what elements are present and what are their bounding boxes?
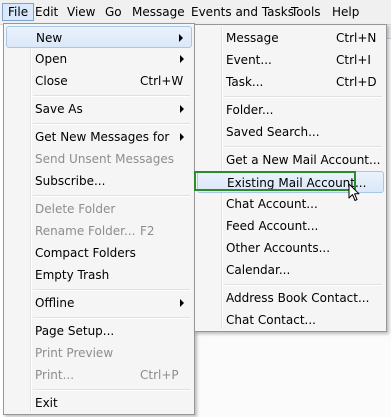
highlight-callout bbox=[194, 171, 356, 191]
file-menu-item-open[interactable]: Open bbox=[6, 48, 192, 70]
item-shortcut: Ctrl+I bbox=[336, 53, 371, 67]
file-menu-item-subscribe[interactable]: Subscribe... bbox=[6, 170, 192, 192]
item-label: Task... bbox=[226, 75, 264, 89]
item-label: Get a New Mail Account... bbox=[226, 153, 381, 167]
new-submenu-item-task[interactable]: Task... Ctrl+D bbox=[197, 71, 384, 93]
menu-separator bbox=[224, 146, 382, 148]
menu-message[interactable]: Message bbox=[127, 3, 190, 21]
menu-events-and-tasks[interactable]: Events and Tasks bbox=[186, 3, 299, 21]
new-submenu-item-saved-search[interactable]: Saved Search... bbox=[197, 121, 384, 143]
file-menu-item-empty-trash[interactable]: Empty Trash bbox=[6, 264, 192, 286]
item-label: Calendar... bbox=[226, 263, 291, 277]
new-submenu-item-address-book-contact[interactable]: Address Book Contact... bbox=[197, 287, 384, 309]
new-submenu-item-feed-account[interactable]: Feed Account... bbox=[197, 215, 384, 237]
item-label: Saved Search... bbox=[226, 125, 320, 139]
menu-help[interactable]: Help bbox=[327, 3, 364, 21]
menu-separator bbox=[33, 95, 190, 97]
item-label: Delete Folder bbox=[35, 202, 116, 216]
menu-go[interactable]: Go bbox=[100, 3, 127, 21]
new-submenu-item-calendar[interactable]: Calendar... bbox=[197, 259, 384, 281]
new-submenu-item-get-new-mail-account[interactable]: Get a New Mail Account... bbox=[197, 149, 384, 171]
file-menu-item-send-unsent-messages: Send Unsent Messages bbox=[6, 148, 192, 170]
menu-view[interactable]: View bbox=[62, 3, 100, 21]
new-submenu-item-folder[interactable]: Folder... bbox=[197, 99, 384, 121]
item-label: Send Unsent Messages bbox=[35, 152, 175, 166]
item-label: Chat Contact... bbox=[226, 313, 316, 327]
menu-separator bbox=[33, 195, 190, 197]
file-menu: New Open Close Ctrl+W Save As Get New Me… bbox=[3, 23, 195, 415]
file-menu-item-delete-folder: Delete Folder bbox=[6, 198, 192, 220]
item-label: New bbox=[36, 31, 63, 45]
item-label: Print... bbox=[35, 368, 75, 382]
item-label: Exit bbox=[35, 396, 58, 410]
menu-separator bbox=[33, 123, 190, 125]
arrow-right-icon bbox=[180, 105, 184, 113]
item-shortcut: F2 bbox=[140, 224, 155, 238]
menu-separator bbox=[33, 317, 190, 319]
file-menu-item-page-setup[interactable]: Page Setup... bbox=[6, 320, 192, 342]
mouse-pointer-icon bbox=[348, 183, 360, 201]
item-label: Rename Folder... bbox=[35, 224, 136, 238]
file-menu-item-get-new-messages-for[interactable]: Get New Messages for bbox=[6, 126, 192, 148]
item-label: Open bbox=[35, 52, 68, 66]
arrow-right-icon bbox=[180, 55, 184, 63]
file-menu-item-print-preview: Print Preview bbox=[6, 342, 192, 364]
new-submenu-item-message[interactable]: Message Ctrl+N bbox=[197, 27, 384, 49]
item-label: Other Accounts... bbox=[226, 241, 331, 255]
file-menu-item-rename-folder: Rename Folder... F2 bbox=[6, 220, 192, 242]
file-menu-item-new[interactable]: New bbox=[6, 26, 192, 48]
item-label: Address Book Contact... bbox=[226, 291, 370, 305]
new-submenu-item-other-accounts[interactable]: Other Accounts... bbox=[197, 237, 384, 259]
item-label: Chat Account... bbox=[226, 197, 318, 211]
file-menu-item-offline[interactable]: Offline bbox=[6, 292, 192, 314]
arrow-right-icon bbox=[180, 299, 184, 307]
item-label: Message bbox=[226, 31, 279, 45]
file-menu-item-print: Print... Ctrl+P bbox=[6, 364, 192, 386]
item-shortcut: Ctrl+W bbox=[140, 74, 184, 88]
item-label: Offline bbox=[35, 296, 75, 310]
arrow-right-icon bbox=[179, 34, 183, 42]
menu-tools[interactable]: Tools bbox=[286, 3, 326, 21]
item-label: Page Setup... bbox=[35, 324, 115, 338]
file-menu-item-close[interactable]: Close Ctrl+W bbox=[6, 70, 192, 92]
file-menu-item-save-as[interactable]: Save As bbox=[6, 98, 192, 120]
item-label: Subscribe... bbox=[35, 174, 106, 188]
menu-separator bbox=[224, 96, 382, 98]
item-label: Get New Messages for bbox=[35, 130, 170, 144]
menu-separator bbox=[224, 284, 382, 286]
new-submenu-item-event[interactable]: Event... Ctrl+I bbox=[197, 49, 384, 71]
menu-separator bbox=[33, 389, 190, 391]
item-label: Event... bbox=[226, 53, 272, 67]
item-shortcut: Ctrl+D bbox=[336, 75, 377, 89]
menu-separator bbox=[33, 289, 190, 291]
item-label: Folder... bbox=[226, 103, 274, 117]
new-submenu-item-chat-contact[interactable]: Chat Contact... bbox=[197, 309, 384, 331]
arrow-right-icon bbox=[180, 133, 184, 141]
item-label: Feed Account... bbox=[226, 219, 319, 233]
menu-edit[interactable]: Edit bbox=[30, 3, 63, 21]
item-shortcut: Ctrl+P bbox=[140, 368, 179, 382]
item-label: Close bbox=[35, 74, 68, 88]
item-label: Print Preview bbox=[35, 346, 114, 360]
item-label: Compact Folders bbox=[35, 246, 136, 260]
item-label: Empty Trash bbox=[35, 268, 110, 282]
file-menu-item-exit[interactable]: Exit bbox=[6, 392, 192, 414]
item-shortcut: Ctrl+N bbox=[336, 31, 377, 45]
menu-bar: File Edit View Go Message Events and Tas… bbox=[0, 0, 391, 25]
item-label: Save As bbox=[35, 102, 83, 116]
file-menu-item-compact-folders[interactable]: Compact Folders bbox=[6, 242, 192, 264]
